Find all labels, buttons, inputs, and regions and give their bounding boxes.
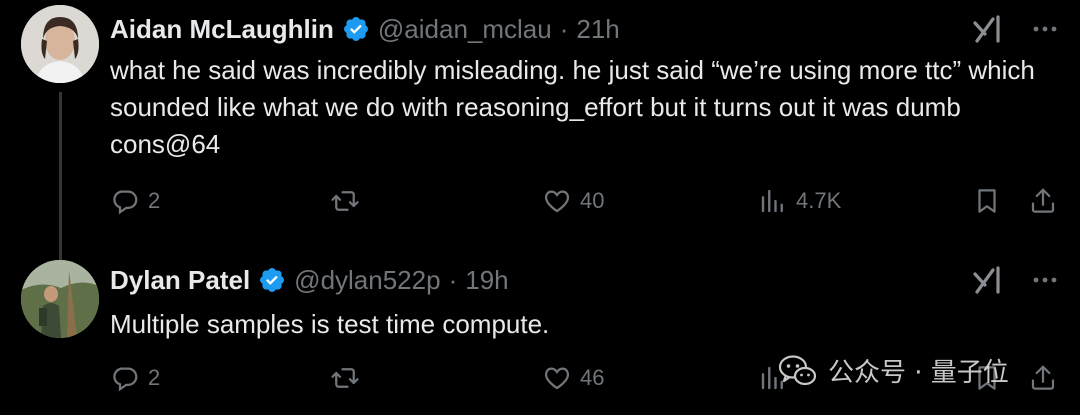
- avatar-image: [21, 5, 99, 83]
- views-count: 4.7K: [796, 188, 842, 213]
- reply-count: 2: [148, 365, 161, 390]
- verified-badge-icon: [260, 268, 285, 292]
- share-icon: [1031, 188, 1055, 213]
- wechat-icon: [778, 354, 817, 385]
- like-count: 46: [580, 365, 605, 390]
- share-button[interactable]: [1028, 183, 1058, 219]
- reply-button[interactable]: 2: [110, 183, 160, 219]
- tweet-text: Multiple samples is test time compute.: [110, 309, 550, 339]
- author-handle[interactable]: @dylan522p: [294, 265, 440, 296]
- bookmark-icon: [978, 189, 996, 213]
- bookmark-button[interactable]: [972, 183, 1002, 219]
- grok-icon[interactable]: [972, 14, 1004, 44]
- share-button[interactable]: [1028, 360, 1058, 396]
- like-count: 40: [580, 188, 605, 213]
- reply-count: 2: [148, 188, 161, 213]
- like-button[interactable]: 40: [542, 183, 604, 219]
- avatar-image: [21, 260, 99, 338]
- like-icon: [544, 190, 570, 213]
- repost-icon: [331, 368, 359, 388]
- repost-button[interactable]: [330, 360, 368, 396]
- reply-button[interactable]: 2: [110, 360, 160, 396]
- tweet[interactable]: Dylan Patel @dylan522p · 19h Multiple sa…: [0, 250, 1080, 415]
- tweet-header: Dylan Patel @dylan522p · 19h: [110, 263, 509, 297]
- watermark-text: 公众号 · 量子位: [828, 358, 1009, 388]
- repost-icon: [331, 191, 359, 211]
- views-button[interactable]: 4.7K: [758, 183, 841, 219]
- verified-badge-icon: [343, 17, 368, 41]
- author-handle[interactable]: @aidan_mclau: [378, 14, 552, 45]
- tweet[interactable]: Aidan McLaughlin @aidan_mclau · 21h what…: [0, 0, 1080, 250]
- more-icon[interactable]: [1030, 14, 1060, 44]
- avatar[interactable]: [21, 5, 99, 83]
- timestamp[interactable]: 21h: [576, 14, 619, 45]
- reply-icon: [113, 190, 138, 215]
- separator-dot: ·: [448, 264, 458, 295]
- tweet-actions: 2 40 4.7K: [110, 183, 1060, 219]
- tweet-header: Aidan McLaughlin @aidan_mclau · 21h: [110, 12, 620, 46]
- separator-dot: ·: [559, 13, 569, 44]
- more-icon[interactable]: [1030, 265, 1060, 295]
- reply-icon: [113, 367, 138, 392]
- tweet-text: what he said was incredibly misleading. …: [110, 55, 1035, 159]
- author-name[interactable]: Aidan McLaughlin: [110, 14, 334, 45]
- grok-icon[interactable]: [972, 265, 1004, 295]
- avatar[interactable]: [21, 260, 99, 338]
- like-button[interactable]: 46: [542, 360, 604, 396]
- like-icon: [544, 367, 570, 390]
- views-icon: [761, 189, 783, 213]
- timestamp[interactable]: 19h: [465, 265, 508, 296]
- repost-button[interactable]: [330, 183, 368, 219]
- author-name[interactable]: Dylan Patel: [110, 265, 250, 296]
- share-icon: [1031, 365, 1055, 390]
- wechat-watermark: 公众号 · 量子位: [778, 352, 1009, 389]
